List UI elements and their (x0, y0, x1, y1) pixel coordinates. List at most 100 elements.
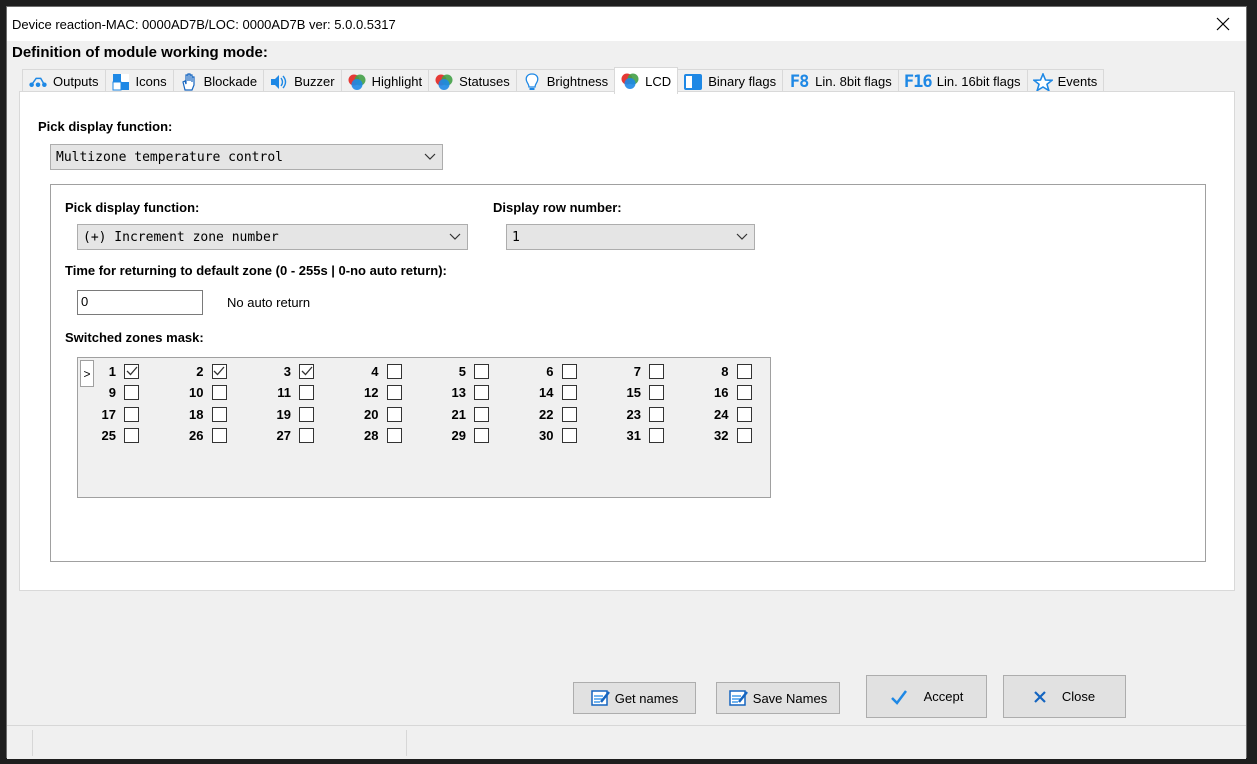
zone-checkbox[interactable] (211, 428, 227, 443)
zone-number: 27 (276, 428, 291, 443)
tab-icons[interactable]: Icons (104, 69, 174, 93)
icons-icon (111, 73, 131, 91)
checkmark-icon (126, 366, 137, 376)
zone-checkbox[interactable] (649, 385, 664, 400)
tab-label: Highlight (371, 74, 423, 89)
zone-checkbox[interactable] (561, 385, 577, 400)
zones-mask-grid[interactable]: > 1 2 3 4 5 6 7 8 9 10 11 12 13 14 15 16 17 18 19 20 21 22 23 2… (77, 357, 771, 498)
zone-checkbox[interactable] (561, 363, 577, 379)
zone-number: 3 (283, 363, 291, 379)
zone-number: 6 (546, 363, 554, 379)
zone-checkbox[interactable] (649, 363, 664, 379)
zone-cell: 8 (699, 361, 752, 381)
zone-cell: 26 (174, 426, 227, 446)
display-function-select[interactable]: Multizone temperature control (50, 144, 443, 170)
zone-checkbox[interactable] (299, 385, 314, 400)
get-names-label: Get names (614, 690, 679, 706)
zone-cell: 16 (699, 383, 752, 403)
zone-cell: 13 (436, 383, 489, 403)
zone-checkbox[interactable] (386, 385, 402, 400)
zone-checkbox[interactable] (299, 363, 314, 379)
close-button[interactable]: Close (1003, 675, 1126, 718)
display-function-label: Pick display function: (38, 119, 173, 134)
zone-checkbox[interactable] (474, 363, 489, 379)
zone-cell: 11 (261, 383, 314, 403)
status-separator (406, 730, 407, 756)
tab-blockade[interactable]: Blockade (172, 69, 265, 93)
tab-label: LCD (645, 73, 672, 89)
tab-binary-flags[interactable]: Binary flags (677, 69, 784, 93)
zone-cell: 15 (611, 383, 664, 403)
zones-mask-label: Switched zones mask: (65, 330, 204, 345)
tab-label: Statuses (459, 74, 510, 89)
return-time-input[interactable]: 0 (77, 290, 203, 315)
tab-highlight[interactable]: Highlight (340, 69, 430, 93)
zone-checkbox[interactable] (211, 385, 227, 400)
tab-label: Buzzer (294, 74, 335, 89)
zone-checkbox[interactable] (124, 428, 139, 443)
bulb-icon (522, 72, 542, 91)
zone-checkbox[interactable] (386, 406, 402, 422)
zone-number: 24 (714, 406, 729, 422)
tab-events[interactable]: Events (1026, 69, 1105, 93)
zone-checkbox[interactable] (649, 428, 664, 443)
zone-cell: 23 (611, 404, 664, 424)
dialog-window: Device reaction-MAC: 0000AD7B/LOC: 0000A… (6, 6, 1247, 759)
tab-statuses[interactable]: Statuses (428, 69, 517, 93)
zone-checkbox[interactable] (474, 406, 489, 422)
zone-checkbox[interactable] (649, 406, 664, 422)
get-names-button[interactable]: Get names (573, 682, 696, 714)
tab-lin-8bit-flags[interactable]: F8 Lin. 8bit flags (782, 69, 899, 93)
tab-lin-16bit-flags[interactable]: F16 Lin. 16bit flags (897, 69, 1028, 93)
zone-checkbox[interactable] (474, 385, 489, 400)
zone-cell: 7 (611, 361, 664, 381)
zone-checkbox[interactable] (211, 406, 227, 422)
window-title: Device reaction-MAC: 0000AD7B/LOC: 0000A… (12, 17, 396, 32)
tab-label: Blockade (203, 74, 258, 89)
zone-cell: 18 (174, 404, 227, 424)
zone-cell: 19 (261, 404, 314, 424)
tab-label: Binary flags (708, 74, 777, 89)
sub-function-select[interactable]: (+) Increment zone number (77, 224, 468, 250)
zone-cell: 14 (524, 383, 577, 403)
tab-label: Outputs (53, 74, 99, 89)
tab-brightness[interactable]: Brightness (515, 69, 616, 93)
zone-checkbox[interactable] (561, 406, 577, 422)
zone-cell: 12 (349, 383, 402, 403)
zone-checkbox[interactable] (736, 385, 752, 400)
zone-checkbox[interactable] (124, 406, 139, 422)
zone-checkbox[interactable] (386, 363, 402, 379)
row-number-select[interactable]: 1 (506, 224, 755, 250)
speaker-icon (269, 73, 289, 91)
zone-checkbox[interactable] (299, 406, 314, 422)
save-names-button[interactable]: Save Names (716, 682, 840, 714)
chevron-down-icon (736, 233, 748, 240)
zone-checkbox[interactable] (736, 428, 752, 443)
zone-number: 25 (101, 428, 116, 443)
tab-lcd[interactable]: LCD (614, 67, 679, 94)
checkmark-icon (890, 689, 908, 705)
zone-cell: 6 (524, 361, 577, 381)
zone-checkbox[interactable] (736, 406, 752, 422)
tab-buzzer[interactable]: Buzzer (263, 69, 342, 93)
zone-checkbox[interactable] (299, 428, 314, 443)
zone-number: 10 (189, 385, 204, 400)
zone-checkbox[interactable] (561, 428, 577, 443)
accept-button[interactable]: Accept (866, 675, 987, 718)
zone-checkbox[interactable] (474, 428, 489, 443)
zone-checkbox[interactable] (386, 428, 402, 443)
zone-checkbox[interactable] (736, 363, 752, 379)
zone-number: 30 (539, 428, 554, 443)
save-names-label: Save Names (752, 690, 828, 706)
zone-number: 22 (539, 406, 554, 422)
tab-outputs[interactable]: Outputs (22, 69, 106, 93)
hand-icon (179, 72, 199, 91)
zone-checkbox[interactable] (124, 385, 139, 400)
zone-cell: 28 (349, 426, 402, 446)
status-bar (7, 725, 1246, 759)
window-close-button[interactable] (1200, 7, 1246, 41)
f16-icon: F16 (903, 71, 933, 92)
zone-checkbox[interactable] (211, 363, 227, 379)
zone-number: 14 (539, 385, 554, 400)
zone-checkbox[interactable] (124, 363, 139, 379)
